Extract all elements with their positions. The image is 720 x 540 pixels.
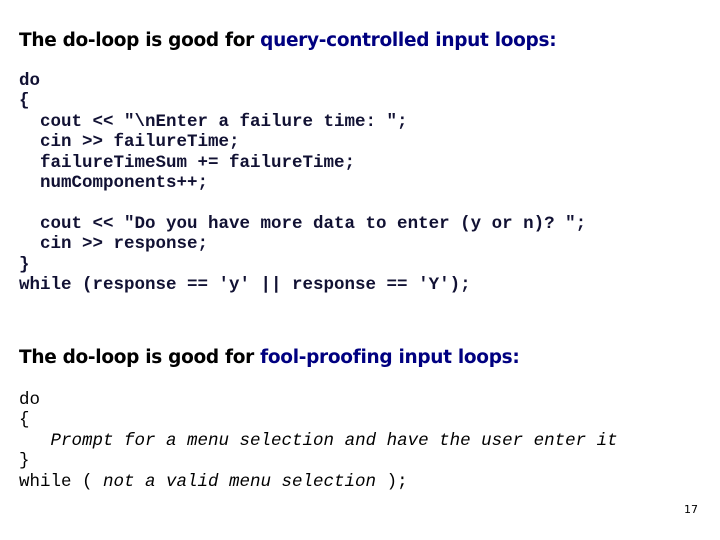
code-line: cout << "\nEnter a failure time: "; (19, 111, 408, 132)
section1-heading: The do-loop is good for query-controlled… (19, 30, 557, 51)
heading-highlight: fool-proofing input loops: (260, 347, 520, 368)
code-text: while ( (19, 471, 104, 492)
section2-heading: The do-loop is good for fool-proofing in… (19, 347, 520, 368)
code-line: cin >> response; (19, 234, 209, 255)
code-block-fool-proof-loop: do{ Prompt for a menu selection and have… (19, 390, 618, 492)
code-line: cin >> failureTime; (19, 132, 240, 153)
pseudocode-text: not a valid menu selection (103, 471, 377, 492)
code-line: do (19, 390, 41, 410)
heading-highlight: query-controlled input loops: (260, 30, 557, 51)
code-line: cout << "Do you have more data to enter … (19, 213, 587, 234)
page-number: 17 (684, 503, 698, 516)
pseudocode-text: Prompt for a menu selection and have the… (50, 430, 618, 451)
code-line: Prompt for a menu selection and have the… (19, 431, 618, 451)
code-line: { (19, 410, 30, 431)
code-text: ); (376, 471, 408, 492)
code-block-query-loop: do{ cout << "\nEnter a failure time: "; … (19, 71, 586, 295)
code-line: while (response == 'y' || response == 'Y… (19, 274, 471, 295)
heading-text: The do-loop is good for (19, 347, 261, 368)
code-line: { (19, 91, 30, 112)
code-line: while ( not a valid menu selection ); (19, 472, 618, 492)
code-line: } (19, 451, 30, 472)
code-line: } (19, 254, 30, 275)
code-line: numComponents++; (19, 172, 209, 193)
code-line: do (19, 71, 41, 91)
heading-text: The do-loop is good for (19, 30, 261, 51)
code-line: failureTimeSum += failureTime; (19, 152, 356, 173)
